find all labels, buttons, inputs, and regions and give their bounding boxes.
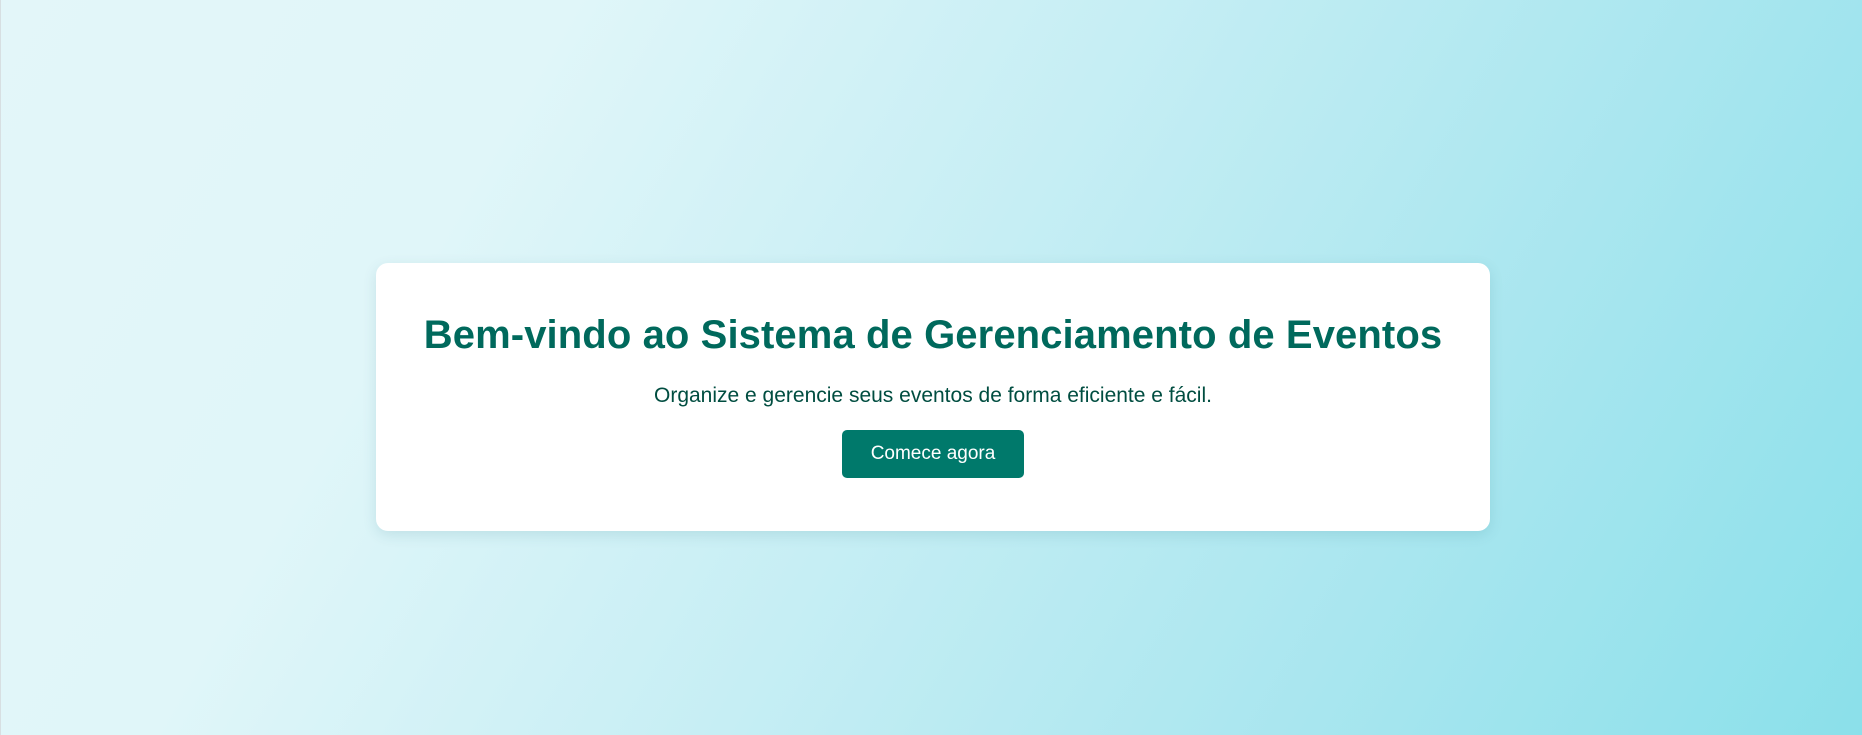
page-subtitle: Organize e gerencie seus eventos de form… [654, 384, 1212, 407]
get-started-button[interactable]: Comece agora [842, 430, 1024, 479]
page-title: Bem-vindo ao Sistema de Gerenciamento de… [423, 313, 1443, 357]
page-left-border [0, 0, 1, 735]
welcome-card: Bem-vindo ao Sistema de Gerenciamento de… [376, 263, 1490, 531]
